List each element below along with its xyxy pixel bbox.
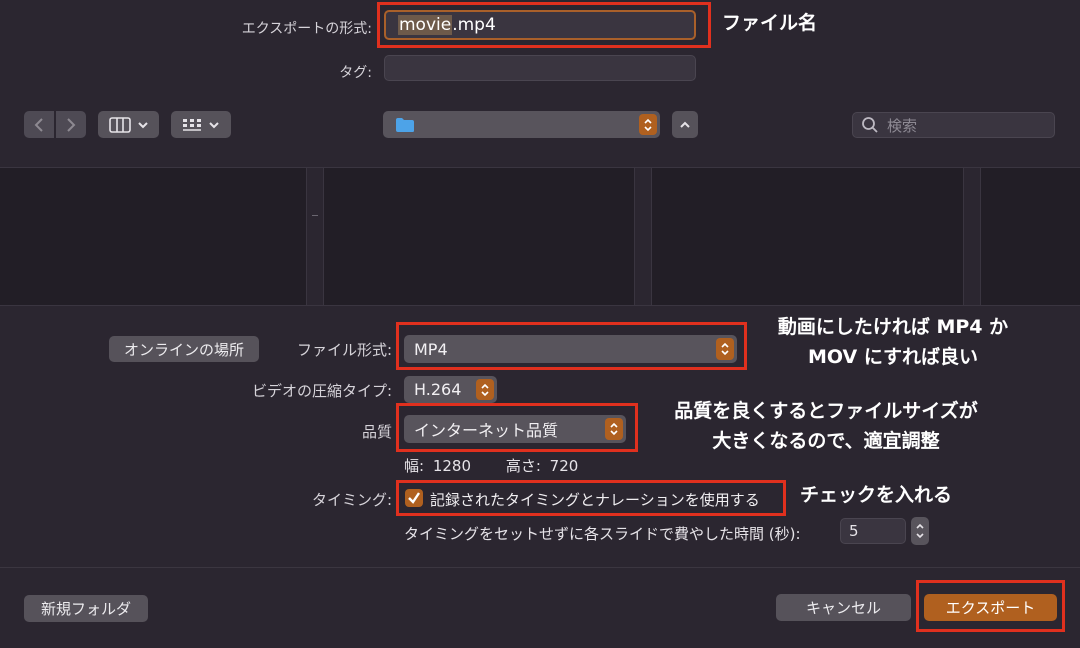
online-locations-button[interactable]: オンラインの場所 bbox=[109, 336, 259, 362]
quality-popup[interactable]: インターネット品質 bbox=[404, 415, 626, 443]
quality-note-line1: 品質を良くするとファイルサイズが bbox=[674, 400, 978, 422]
filename-input[interactable]: movie.mp4 bbox=[384, 10, 696, 40]
up-down-chevron-icon bbox=[610, 422, 618, 436]
tags-input[interactable] bbox=[384, 55, 696, 81]
file-format-popup[interactable]: MP4 bbox=[404, 335, 737, 363]
column-divider[interactable] bbox=[306, 168, 324, 305]
checkmark-icon bbox=[408, 492, 420, 504]
tags-label: タグ: bbox=[339, 65, 372, 81]
file-format-stepper bbox=[716, 338, 734, 360]
group-button[interactable] bbox=[171, 111, 231, 138]
per-slide-input[interactable]: 5 bbox=[840, 518, 906, 544]
file-browser[interactable] bbox=[0, 167, 1080, 306]
chevron-left-icon bbox=[34, 117, 43, 132]
footer-separator bbox=[0, 567, 1080, 568]
grid-icon bbox=[183, 118, 201, 131]
timing-checkbox[interactable] bbox=[405, 489, 423, 507]
filename-extension: .mp4 bbox=[452, 15, 496, 35]
location-popup[interactable] bbox=[383, 111, 660, 138]
location-stepper bbox=[639, 114, 657, 135]
folder-icon bbox=[396, 117, 414, 132]
export-button[interactable]: エクスポート bbox=[924, 594, 1057, 621]
new-folder-button[interactable]: 新規フォルダ bbox=[24, 595, 148, 622]
video-compression-value: H.264 bbox=[414, 380, 462, 399]
chevron-down-icon bbox=[209, 121, 219, 128]
per-slide-stepper[interactable] bbox=[911, 517, 929, 545]
width-label: 幅: bbox=[404, 457, 425, 475]
up-down-chevron-icon bbox=[644, 118, 652, 131]
timing-note: チェックを入れる bbox=[800, 484, 953, 506]
column-divider[interactable] bbox=[963, 168, 981, 305]
export-as-label: エクスポートの形式: bbox=[241, 21, 372, 37]
file-format-label: ファイル形式: bbox=[296, 341, 392, 359]
quality-value: インターネット品質 bbox=[414, 421, 559, 440]
per-slide-label: タイミングをセットせずに各スライドで費やした時間 (秒): bbox=[404, 525, 801, 543]
column-divider[interactable] bbox=[634, 168, 652, 305]
format-note-line1: 動画にしたければ MP4 か bbox=[777, 316, 1009, 338]
quality-label: 品質 bbox=[361, 423, 392, 441]
search-field[interactable]: 検索 bbox=[852, 112, 1055, 138]
up-down-chevron-icon bbox=[916, 523, 924, 539]
video-compression-popup[interactable]: H.264 bbox=[404, 376, 497, 403]
quality-stepper bbox=[605, 418, 623, 440]
up-down-chevron-icon bbox=[481, 383, 489, 396]
cancel-button[interactable]: キャンセル bbox=[776, 594, 911, 621]
filename-selected-text: movie bbox=[398, 15, 453, 35]
search-icon bbox=[862, 117, 878, 133]
width-value: 1280 bbox=[432, 457, 472, 475]
video-compression-stepper bbox=[476, 379, 494, 400]
timing-checkbox-label[interactable]: 記録されたタイミングとナレーションを使用する bbox=[430, 489, 760, 510]
collapse-button[interactable] bbox=[672, 111, 698, 138]
filename-note: ファイル名 bbox=[722, 12, 818, 34]
file-format-value: MP4 bbox=[414, 339, 448, 359]
search-placeholder: 検索 bbox=[887, 116, 918, 135]
back-button[interactable] bbox=[24, 111, 54, 138]
height-label: 高さ: bbox=[505, 457, 541, 475]
format-note-line2: MOV にすれば良い bbox=[807, 346, 979, 368]
timing-label: タイミング: bbox=[311, 491, 392, 509]
video-compression-label: ビデオの圧縮タイプ: bbox=[251, 382, 392, 400]
height-value: 720 bbox=[549, 457, 579, 475]
chevron-right-icon bbox=[67, 117, 76, 132]
columns-view-icon bbox=[108, 116, 131, 133]
forward-button[interactable] bbox=[56, 111, 86, 138]
chevron-down-icon bbox=[137, 121, 148, 128]
chevron-up-icon bbox=[680, 121, 690, 128]
view-mode-button[interactable] bbox=[98, 111, 159, 138]
up-down-chevron-icon bbox=[721, 342, 729, 356]
quality-note-line2: 大きくなるので、適宜調整 bbox=[712, 430, 940, 452]
dimensions-text: 幅: 1280 高さ: 720 bbox=[404, 455, 578, 476]
